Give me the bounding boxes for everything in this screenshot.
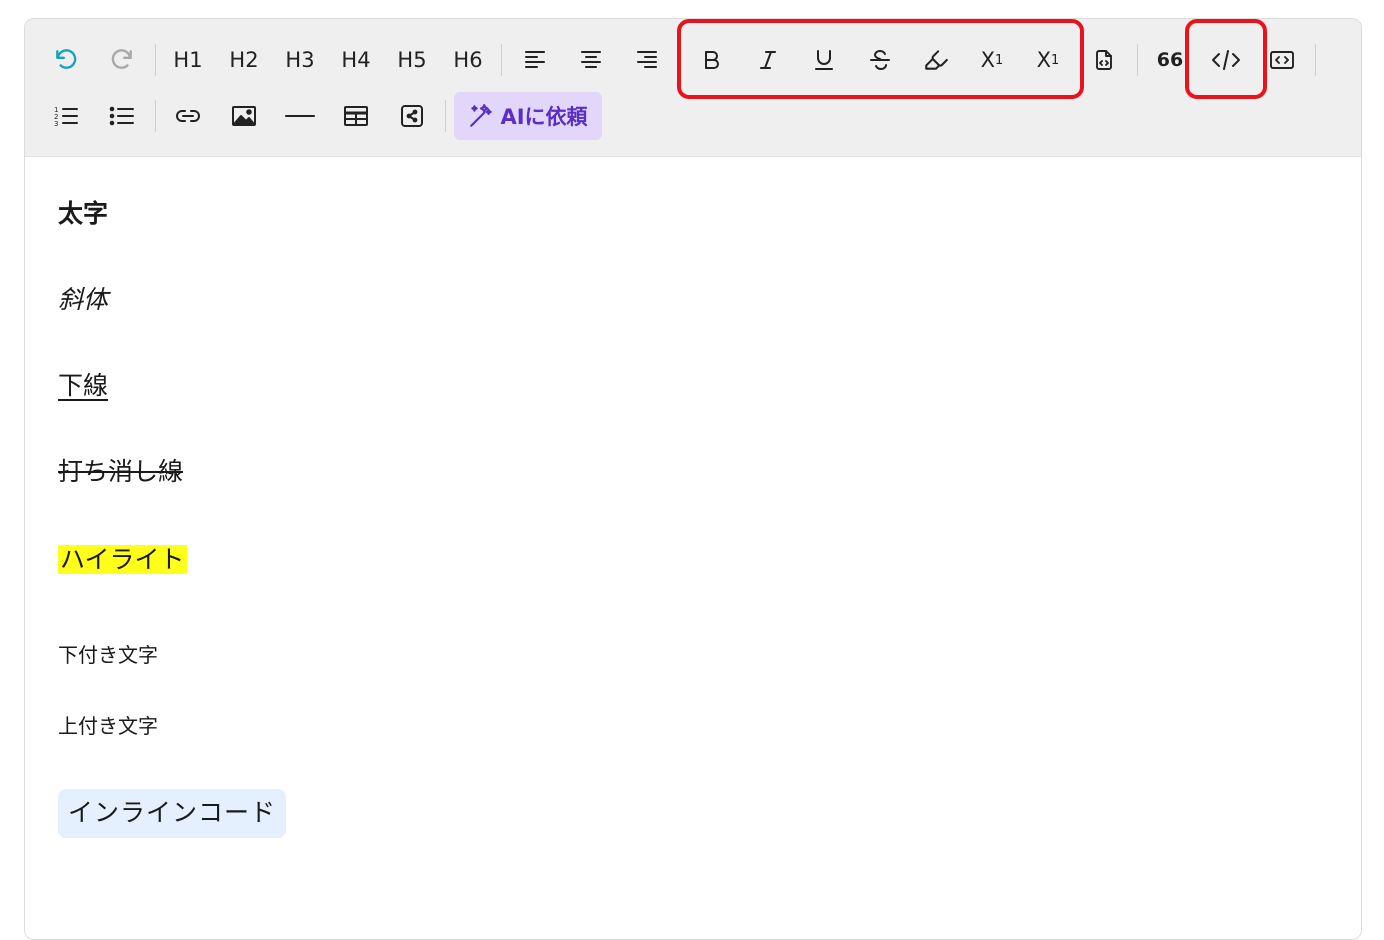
- align-left-icon: [525, 51, 545, 68]
- toolbar-divider: [1137, 44, 1138, 76]
- ordered-list-icon: 1 2 3: [54, 106, 78, 128]
- ai-request-button[interactable]: AIに依頼: [454, 92, 602, 140]
- underline-text: 下線: [58, 371, 109, 400]
- inline-code-text: インラインコード: [58, 789, 287, 838]
- strikethrough-text: 打ち消し線: [58, 457, 184, 486]
- link-button[interactable]: [168, 96, 208, 136]
- undo-icon: [56, 49, 77, 69]
- image-icon: [232, 106, 256, 126]
- code-file-button[interactable]: [1084, 40, 1124, 80]
- toolbar-divider: [155, 100, 156, 132]
- heading-2-button[interactable]: H2: [224, 40, 264, 80]
- svg-text:3: 3: [54, 120, 58, 128]
- table-icon: [344, 106, 368, 126]
- share-icon: [401, 105, 423, 127]
- heading-4-button[interactable]: H4: [336, 40, 376, 80]
- code-block-icon: [1270, 51, 1294, 69]
- heading-3-button[interactable]: H3: [280, 40, 320, 80]
- bullet-list-icon: [109, 106, 134, 126]
- link-icon: [176, 110, 200, 122]
- rich-text-editor: H1 H2 H3 H4 H5 H6 X 1 X 1 66 1 2 3 AIに依頼…: [24, 18, 1362, 940]
- magic-wand-icon: [470, 104, 493, 127]
- editor-toolbar: H1 H2 H3 H4 H5 H6 X 1 X 1 66 1 2 3 AIに依頼: [25, 19, 1361, 157]
- heading-5-button[interactable]: H5: [392, 40, 432, 80]
- align-center-button[interactable]: [571, 40, 611, 80]
- annotation-highlight-formatting: [677, 19, 1084, 99]
- table-button[interactable]: [336, 96, 376, 136]
- subscript-text: 下付き文字: [58, 643, 158, 667]
- image-button[interactable]: [224, 96, 264, 136]
- align-left-button[interactable]: [515, 40, 555, 80]
- ordered-list-button[interactable]: 1 2 3: [46, 96, 86, 136]
- redo-icon: [111, 49, 132, 69]
- italic-text: 斜体: [58, 285, 109, 314]
- horizontal-rule-button[interactable]: [280, 96, 320, 136]
- align-center-icon: [581, 51, 601, 68]
- superscript-text: 上付き文字: [58, 714, 158, 738]
- inline-code-line: インラインコード: [58, 789, 287, 838]
- toolbar-divider: [501, 44, 502, 76]
- embed-share-button[interactable]: [392, 96, 432, 136]
- highlighted-text: ハイライト: [58, 545, 187, 574]
- align-right-icon: [637, 51, 657, 68]
- ai-request-label: AIに依頼: [500, 105, 588, 129]
- highlight-text-line: ハイライト: [58, 540, 187, 576]
- toolbar-divider: [445, 100, 446, 132]
- bullet-list-button[interactable]: [102, 96, 142, 136]
- toolbar-divider: [1315, 44, 1316, 76]
- align-right-button[interactable]: [627, 40, 667, 80]
- undo-button[interactable]: [46, 40, 86, 80]
- annotation-highlight-code: [1185, 19, 1267, 99]
- editor-content[interactable]: 太字 斜体 下線 打ち消し線 ハイライト 下付き文字 上付き文字 インラインコー…: [58, 156, 1361, 939]
- blockquote-button[interactable]: 66: [1150, 40, 1190, 80]
- horizontal-rule-icon: [285, 115, 315, 117]
- heading-1-button[interactable]: H1: [168, 40, 208, 80]
- bold-text: 太字: [58, 199, 109, 228]
- toolbar-divider: [155, 44, 156, 76]
- redo-button[interactable]: [102, 40, 142, 80]
- code-block-button[interactable]: [1262, 40, 1302, 80]
- heading-6-button[interactable]: H6: [448, 40, 488, 80]
- code-file-icon: [1096, 50, 1112, 70]
